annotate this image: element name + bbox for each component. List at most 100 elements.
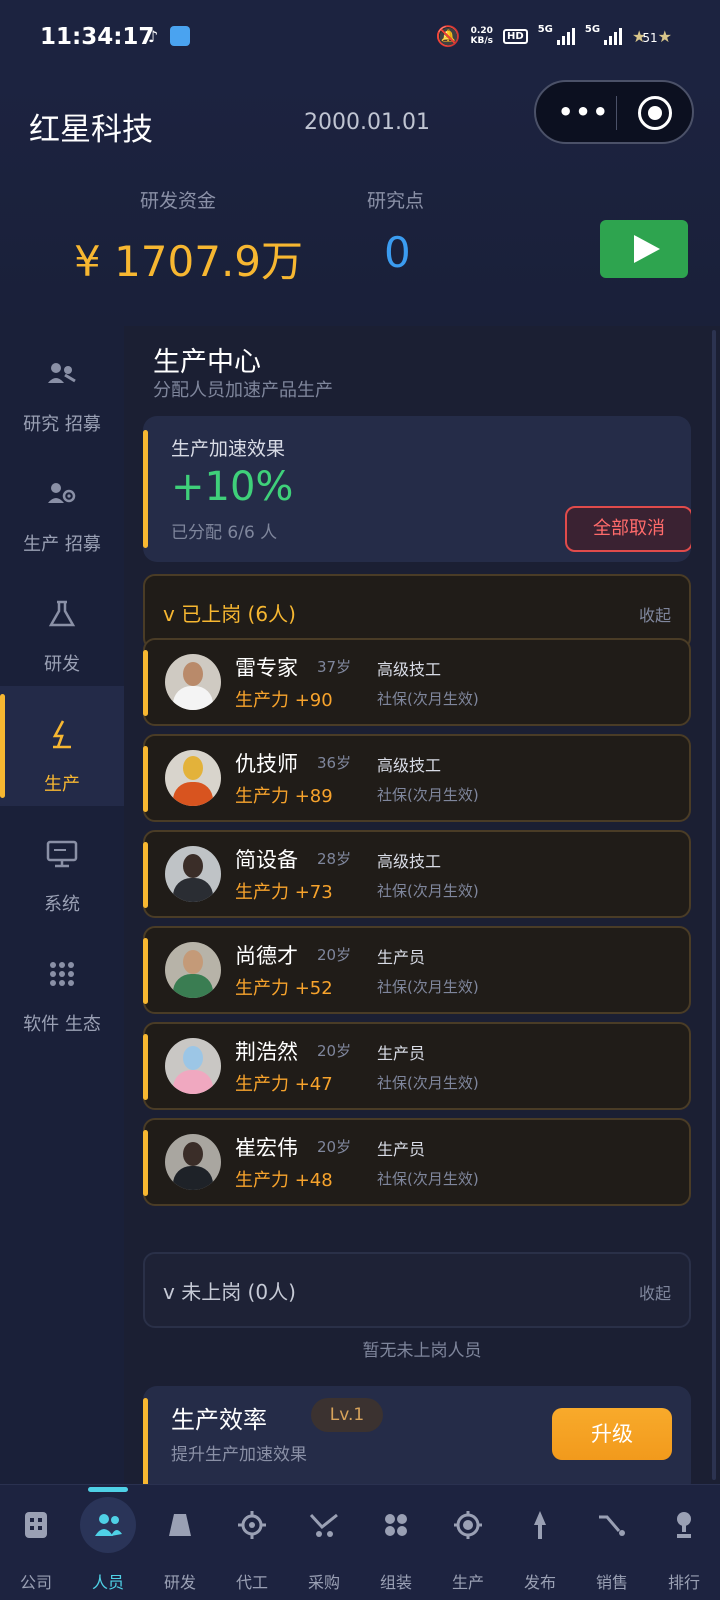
worker-name: 尚德才 xyxy=(235,944,298,968)
worker-name: 简设备 xyxy=(235,848,298,872)
worker-title: 生产员 xyxy=(377,1044,426,1063)
game-date: 2000.01.01 xyxy=(304,110,430,135)
cancel-all-button[interactable]: 全部取消 xyxy=(565,506,691,552)
network-type-1: 5G xyxy=(537,24,553,35)
worker-name: 雷专家 xyxy=(235,656,298,680)
worker-insurance: 社保(次月生效) xyxy=(377,978,479,996)
sidebar-item-label: 生产 xyxy=(44,774,80,795)
worker-productivity: 生产力 +89 xyxy=(235,786,333,807)
sidebar-item-label: 研发 xyxy=(44,654,80,675)
boost-card: 生产加速效果 +10% 已分配 6/6 人 全部取消 xyxy=(143,416,691,562)
close-mini-program-icon[interactable] xyxy=(638,96,672,130)
tab-label: 销售 xyxy=(595,1573,628,1592)
tiktok-icon: ♪ xyxy=(148,26,159,46)
net-speed: 0.20 KB/s xyxy=(470,26,494,46)
tab-company[interactable]: 公司 xyxy=(0,1485,72,1600)
assigned-count: 已分配 6/6 人 xyxy=(171,523,278,543)
worker-productivity: 生产力 +52 xyxy=(235,978,333,999)
worker-row[interactable]: 简设备 28岁 生产力 +73 高级技工 社保(次月生效) xyxy=(143,830,691,918)
trophy-icon xyxy=(666,1507,702,1543)
accent-bar xyxy=(143,1034,148,1100)
status-bar: 11:34:17 ♪ 🔕 0.20 KB/s HD 5G 5G ★51★ xyxy=(0,0,720,76)
worker-age: 36岁 xyxy=(317,754,352,772)
sidebar-item-label: 系统 xyxy=(44,894,80,915)
worker-title: 生产员 xyxy=(377,1140,426,1159)
tab-research[interactable]: 研发 xyxy=(144,1485,216,1600)
worker-insurance: 社保(次月生效) xyxy=(377,786,479,804)
worker-title: 高级技工 xyxy=(377,852,442,871)
efficiency-subtitle: 提升生产加速效果 xyxy=(171,1445,307,1465)
efficiency-card: 生产效率 Lv.1 提升生产加速效果 升级 xyxy=(143,1386,691,1484)
tab-label: 采购 xyxy=(307,1573,340,1592)
header: 红星科技 2000.01.01 ••• 研发资金 ¥ 1707.9万 研究点 0 xyxy=(0,76,720,326)
gear-icon xyxy=(234,1507,270,1543)
tab-production[interactable]: 生产 xyxy=(432,1485,504,1600)
tab-label: 发布 xyxy=(523,1573,556,1592)
production-icon xyxy=(450,1507,486,1543)
empty-note: 暂无未上岗人员 xyxy=(362,1341,482,1361)
section-subtitle: 分配人员加速产品生产 xyxy=(153,380,333,401)
sidebar-item-research[interactable]: 研发 xyxy=(0,566,124,686)
worker-name: 仇技师 xyxy=(235,752,298,776)
worker-productivity: 生产力 +47 xyxy=(235,1074,333,1095)
worker-title: 生产员 xyxy=(377,948,426,967)
purchase-icon xyxy=(306,1507,342,1543)
sidebar-item-label: 软件 生态 xyxy=(23,1014,101,1035)
scrollbar[interactable] xyxy=(712,330,716,1480)
accent-bar xyxy=(143,430,148,548)
avatar xyxy=(165,654,221,710)
more-menu-icon[interactable]: ••• xyxy=(558,100,610,124)
worker-row[interactable]: 荆浩然 20岁 生产力 +47 生产员 社保(次月生效) xyxy=(143,1022,691,1110)
accent-bar xyxy=(143,842,148,908)
worker-row[interactable]: 仇技师 36岁 生产力 +89 高级技工 社保(次月生效) xyxy=(143,734,691,822)
avatar xyxy=(165,942,221,998)
status-notification-icons: ♪ xyxy=(148,26,191,46)
sidebar-item-production[interactable]: 生产 xyxy=(0,686,124,806)
assembly-icon xyxy=(378,1507,414,1543)
worker-productivity: 生产力 +90 xyxy=(235,690,333,711)
worker-insurance: 社保(次月生效) xyxy=(377,690,479,708)
accent-bar xyxy=(143,1398,148,1484)
fund-label: 研发资金 xyxy=(140,190,217,212)
sidebar-item-software-ecosystem[interactable]: 软件 生态 xyxy=(0,926,124,1046)
tab-assembly[interactable]: 组装 xyxy=(360,1485,432,1600)
hd-icon: HD xyxy=(503,28,528,44)
worker-row[interactable]: 雷专家 37岁 生产力 +90 高级技工 社保(次月生效) xyxy=(143,638,691,726)
tab-label: 研发 xyxy=(163,1573,196,1592)
fund-value: ¥ 1707.9万 xyxy=(74,237,304,286)
accent-bar xyxy=(143,1130,148,1196)
collapse-button[interactable]: 收起 xyxy=(639,1280,671,1304)
lightning-icon xyxy=(0,716,124,752)
research-recruit-icon xyxy=(0,356,124,392)
company-icon xyxy=(18,1507,54,1543)
people-icon xyxy=(80,1497,136,1553)
tab-ranking[interactable]: 排行 xyxy=(648,1485,720,1600)
tab-people[interactable]: 人员 xyxy=(72,1485,144,1600)
tab-label: 排行 xyxy=(667,1573,700,1592)
worker-row[interactable]: 崔宏伟 20岁 生产力 +48 生产员 社保(次月生效) xyxy=(143,1118,691,1206)
sidebar-item-system[interactable]: 系统 xyxy=(0,806,124,926)
off-duty-group-header[interactable]: v 未上岗 (0人) 收起 xyxy=(143,1252,691,1328)
worker-row[interactable]: 尚德才 20岁 生产力 +52 生产员 社保(次月生效) xyxy=(143,926,691,1014)
accent-bar xyxy=(143,938,148,1004)
worker-name: 荆浩然 xyxy=(235,1040,298,1064)
tab-launch[interactable]: 发布 xyxy=(504,1485,576,1600)
collapse-button[interactable]: 收起 xyxy=(639,602,671,626)
boost-value: +10% xyxy=(171,464,294,510)
signal-icon-2 xyxy=(604,27,623,45)
sidebar-item-production-recruit[interactable]: 生产 招募 xyxy=(0,446,124,566)
tab-oem[interactable]: 代工 xyxy=(216,1485,288,1600)
tab-sales[interactable]: 销售 xyxy=(576,1485,648,1600)
sales-icon xyxy=(594,1507,630,1543)
accent-bar xyxy=(143,746,148,812)
sidebar-item-research-recruit[interactable]: 研究 招募 xyxy=(0,326,124,446)
tab-purchase[interactable]: 采购 xyxy=(288,1485,360,1600)
research-icon xyxy=(162,1507,198,1543)
off-duty-title: v 未上岗 (0人) xyxy=(163,1280,296,1304)
avatar xyxy=(165,846,221,902)
play-button[interactable] xyxy=(600,220,688,278)
worker-title: 高级技工 xyxy=(377,660,442,679)
upgrade-button[interactable]: 升级 xyxy=(552,1408,672,1460)
app-notification-icon xyxy=(170,26,191,46)
sidebar: 研究 招募 生产 招募 研发 生产 系统 软件 生态 xyxy=(0,326,124,1484)
